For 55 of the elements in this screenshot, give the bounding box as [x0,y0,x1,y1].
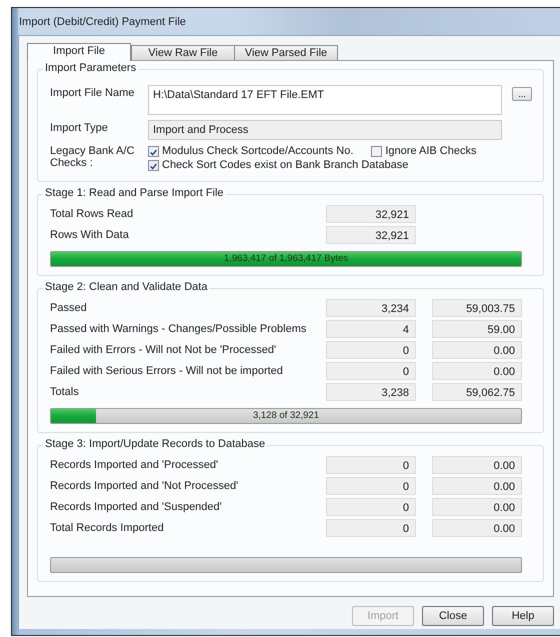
value-field: 3,238 [326,383,416,401]
value-field: 32,921 [326,226,416,244]
value-field: 0.00 [432,341,522,359]
row-label: Totals [50,386,80,398]
row-label: Passed with Warnings - Changes/Possible Problems [50,323,308,335]
checkbox[interactable] [148,146,159,156]
checkbox-label: Ignore AIB Checks [385,145,476,157]
dialog-button[interactable]: Help [492,606,554,626]
value-field: 0 [326,456,416,474]
value-field: 0.00 [432,362,522,380]
group-title: Stage 3: Import/Update Records to Database [43,438,268,450]
row-label: Records Imported and 'Processed' [50,459,220,471]
tab[interactable]: View Parsed File [234,45,338,60]
value-field: 0.00 [432,456,522,474]
value-field: 32,921 [326,205,416,223]
value-field: 0 [326,519,416,537]
row-label: Records Imported and 'Not Processed' [50,480,240,492]
dialog-button[interactable]: Close [422,606,484,626]
value-field: 0 [326,477,416,495]
row-label: Total Rows Read [50,208,134,220]
progress-text: 3,128 of 32,921 [252,410,320,421]
value-field: 0 [326,341,416,359]
row-label: Total Records Imported [50,522,165,534]
value-field: 0.00 [432,519,522,537]
row-label: Failed with Errors - Will not Not be 'Processed' [50,344,278,356]
value-field: 59,003.75 [432,299,522,317]
group-title: Stage 1: Read and Parse Import File [43,187,226,199]
checkbox-label: Check Sort Codes exist on Bank Branch Database [162,159,408,171]
value-field: 59.00 [432,320,522,338]
field-label: Import File Name [50,86,136,99]
file-name-field[interactable]: H:\Data\Standard 17 EFT File.EMT [148,85,502,115]
value-field: 0.00 [432,498,522,516]
value-field: 4 [326,320,416,338]
window-title: Import (Debit/Credit) Payment File [18,16,186,28]
value-field: 0.00 [432,477,522,495]
row-label: Passed [50,302,88,314]
row-label: Rows With Data [50,229,130,241]
progress-text: 1,963,417 of 1,963,417 Bytes [222,253,350,264]
value-field: 59,062.75 [432,383,522,401]
value-field: 0 [326,362,416,380]
value-field: 0 [326,498,416,516]
import-type-field: Import and Process [148,120,502,140]
tab[interactable]: Import File [27,43,131,61]
checkbox[interactable] [371,146,382,156]
field-label: Legacy Bank A/C Checks : [50,145,136,169]
checkbox[interactable] [148,160,159,170]
row-label: Failed with Serious Errors - Will not be imported [50,365,284,377]
tab[interactable]: View Raw File [131,45,235,60]
browse-button[interactable]: ... [512,87,532,101]
group-title: Import Parameters [43,62,138,74]
row-label: Records Imported and 'Suspended' [50,501,223,513]
field-label: Import Type [50,121,109,134]
value-field: 3,234 [326,299,416,317]
checkbox-label: Modulus Check Sortcode/Accounts No. [162,145,354,157]
group-title: Stage 2: Clean and Validate Data [43,281,210,293]
